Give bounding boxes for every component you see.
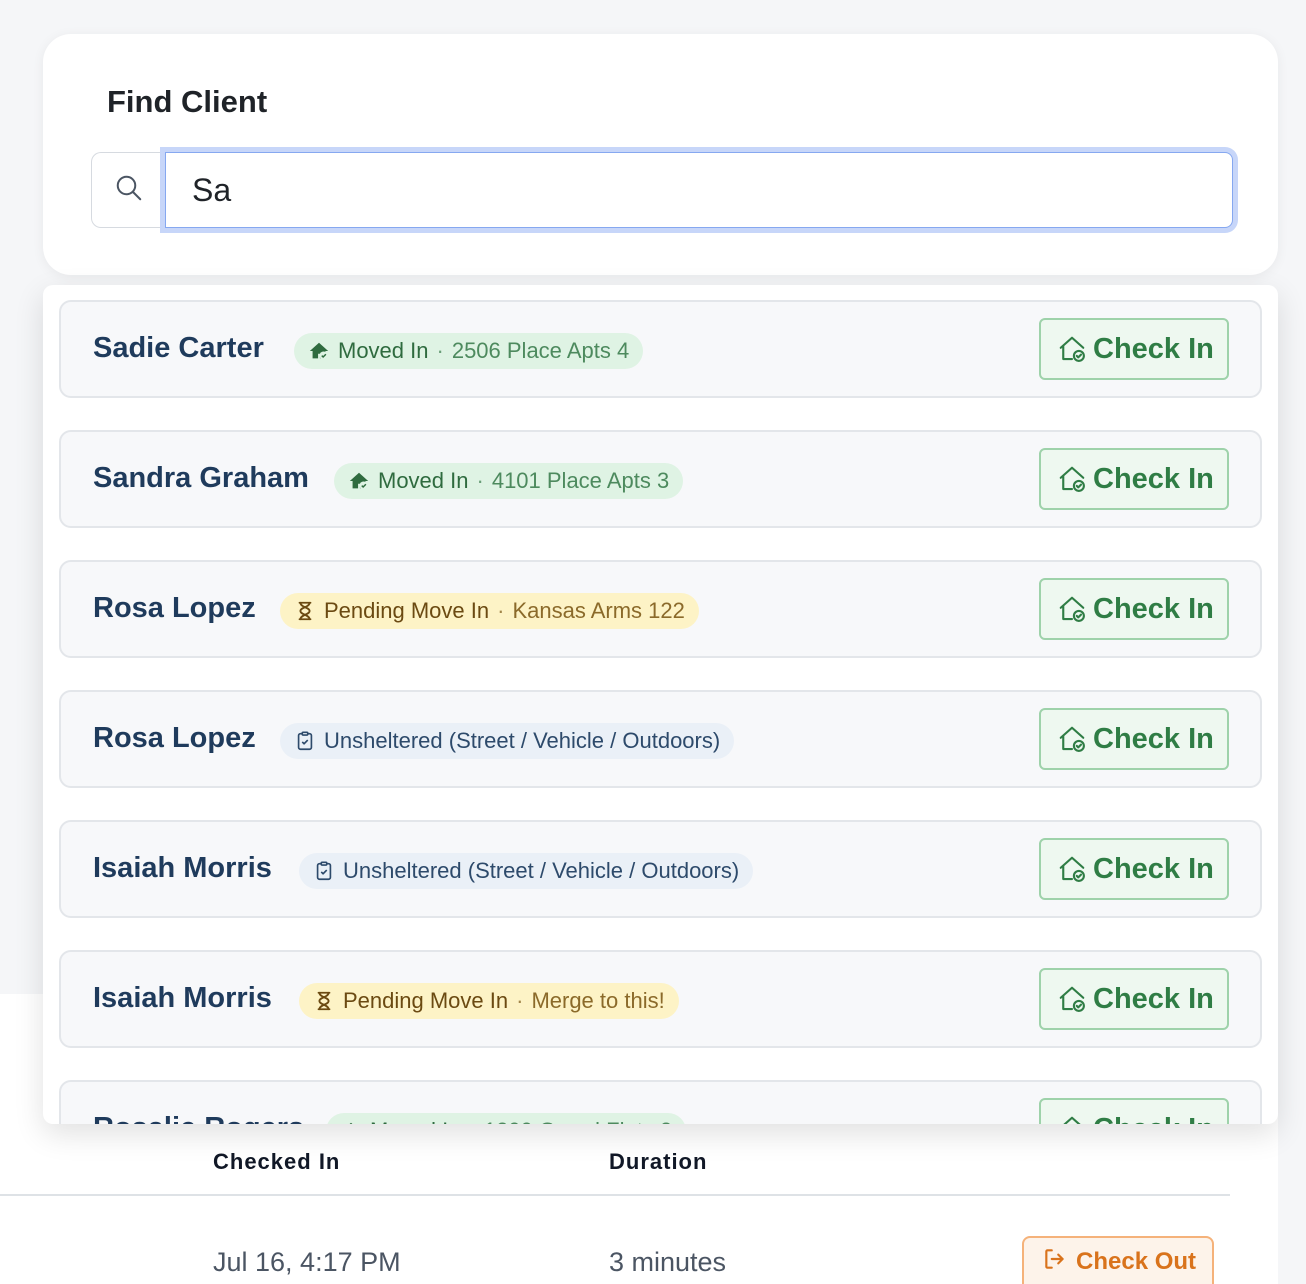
house-check-icon [1057,984,1087,1014]
search-input[interactable] [165,152,1233,228]
house-check-icon [1057,464,1087,494]
search-result-item[interactable]: Rosalie Rogers Moved In · 1200 Grand Flats … [59,1080,1262,1124]
status-badge: Unsheltered (Street / Vehicle / Outdoors… [280,723,735,759]
clipboard-check-icon [313,860,335,882]
status-label: Moved In [378,468,469,493]
status-label: Moved In [338,338,429,363]
client-name[interactable]: Sadie Carter [93,332,264,365]
status-detail: Merge to this! [531,988,665,1013]
search-result-item[interactable]: Isaiah Morris Pending Move In · Merge to th… [59,950,1262,1048]
separator-dot: · [436,338,444,363]
status-detail: 2506 Place Apts 4 [451,338,630,363]
check-in-button[interactable]: Check In [1039,838,1229,900]
search-addon [91,152,165,228]
check-in-button[interactable]: Check In [1039,708,1229,770]
status-detail: 1200 Grand Flats 2 [484,1118,672,1124]
check-in-label: Check In [1093,1113,1214,1125]
find-client-card: Find Client [43,34,1278,275]
separator-dot: · [516,988,524,1013]
status-badge: Pending Move In · Merge to this! [299,983,679,1019]
check-in-button[interactable]: Check In [1039,578,1229,640]
house-check-icon [1057,594,1087,624]
column-header-checked-in: Checked In [213,1149,341,1174]
status-label: Pending Move In [324,598,490,623]
house-check-icon [1057,854,1087,884]
search-result-item[interactable]: Isaiah Morris Unsheltered (Street / Vehic… [59,820,1262,918]
check-out-button[interactable]: Check Out [1022,1236,1214,1284]
check-in-label: Check In [1093,722,1214,755]
check-in-button[interactable]: Check In [1039,318,1229,380]
client-name[interactable]: Sandra Graham [93,462,309,495]
column-header-duration: Duration [609,1149,708,1174]
check-in-label: Check In [1093,982,1214,1015]
check-in-label: Check In [1093,462,1214,495]
client-name[interactable]: Rosa Lopez [93,592,256,625]
status-detail: 4101 Place Apts 3 [491,468,670,493]
status-badge: Moved In · 1200 Grand Flats 2 [326,1113,687,1124]
check-in-button[interactable]: Check In [1039,968,1229,1030]
client-name[interactable]: Isaiah Morris [93,982,272,1015]
check-in-label: Check In [1093,592,1214,625]
status-badge: Pending Move In · Kansas Arms 122 [280,593,699,629]
status-badge: Moved In · 4101 Place Apts 3 [334,463,684,499]
status-badge: Unsheltered (Street / Vehicle / Outdoors… [299,853,754,889]
cell-duration: 3 minutes [609,1247,727,1277]
check-out-label: Check Out [1076,1248,1197,1275]
search-result-item[interactable]: Sadie Carter Moved In · 2506 Place Apts 4 Ch… [59,300,1262,398]
separator-dot: · [469,1118,476,1124]
search-result-item[interactable]: Rosa Lopez Unsheltered (Street / Vehicle … [59,690,1262,788]
hourglass-icon [313,990,335,1012]
check-in-button[interactable]: Check In [1039,1098,1229,1124]
sign-out-icon [1042,1246,1068,1279]
search-icon [114,173,144,208]
house-heart-icon [340,1120,362,1124]
house-heart-icon [348,470,370,492]
search-results-dropdown[interactable]: Sadie Carter Moved In · 2506 Place Apts 4 Ch… [43,285,1278,1124]
status-detail: Kansas Arms 122 [512,598,685,623]
search-result-item[interactable]: Sandra Graham Moved In · 4101 Place Apts 3 C… [59,430,1262,528]
separator-dot: · [476,468,484,493]
find-client-title: Find Client [107,84,268,119]
house-check-icon [1057,724,1087,754]
status-label: Unsheltered (Street / Vehicle / Outdoors… [324,728,721,753]
cell-checked-in-time: Jul 16, 4:17 PM [213,1247,401,1277]
separator-dot: · [497,598,505,623]
client-name[interactable]: Rosa Lopez [93,722,256,755]
status-label: Pending Move In [343,988,509,1013]
check-in-button[interactable]: Check In [1039,448,1229,510]
check-in-label: Check In [1093,332,1214,365]
house-heart-icon [308,340,330,362]
check-in-label: Check In [1093,852,1214,885]
status-label: Moved In [370,1118,461,1124]
status-label: Unsheltered (Street / Vehicle / Outdoors… [343,858,740,883]
house-check-icon [1057,1114,1087,1124]
hourglass-icon [294,600,316,622]
client-name[interactable]: Isaiah Morris [93,852,272,885]
client-name[interactable]: Rosalie Rogers [93,1112,304,1124]
house-check-icon [1057,334,1087,364]
search-result-item[interactable]: Rosa Lopez Pending Move In · Kansas Arms 12… [59,560,1262,658]
clipboard-check-icon [294,730,316,752]
status-badge: Moved In · 2506 Place Apts 4 [294,333,644,369]
